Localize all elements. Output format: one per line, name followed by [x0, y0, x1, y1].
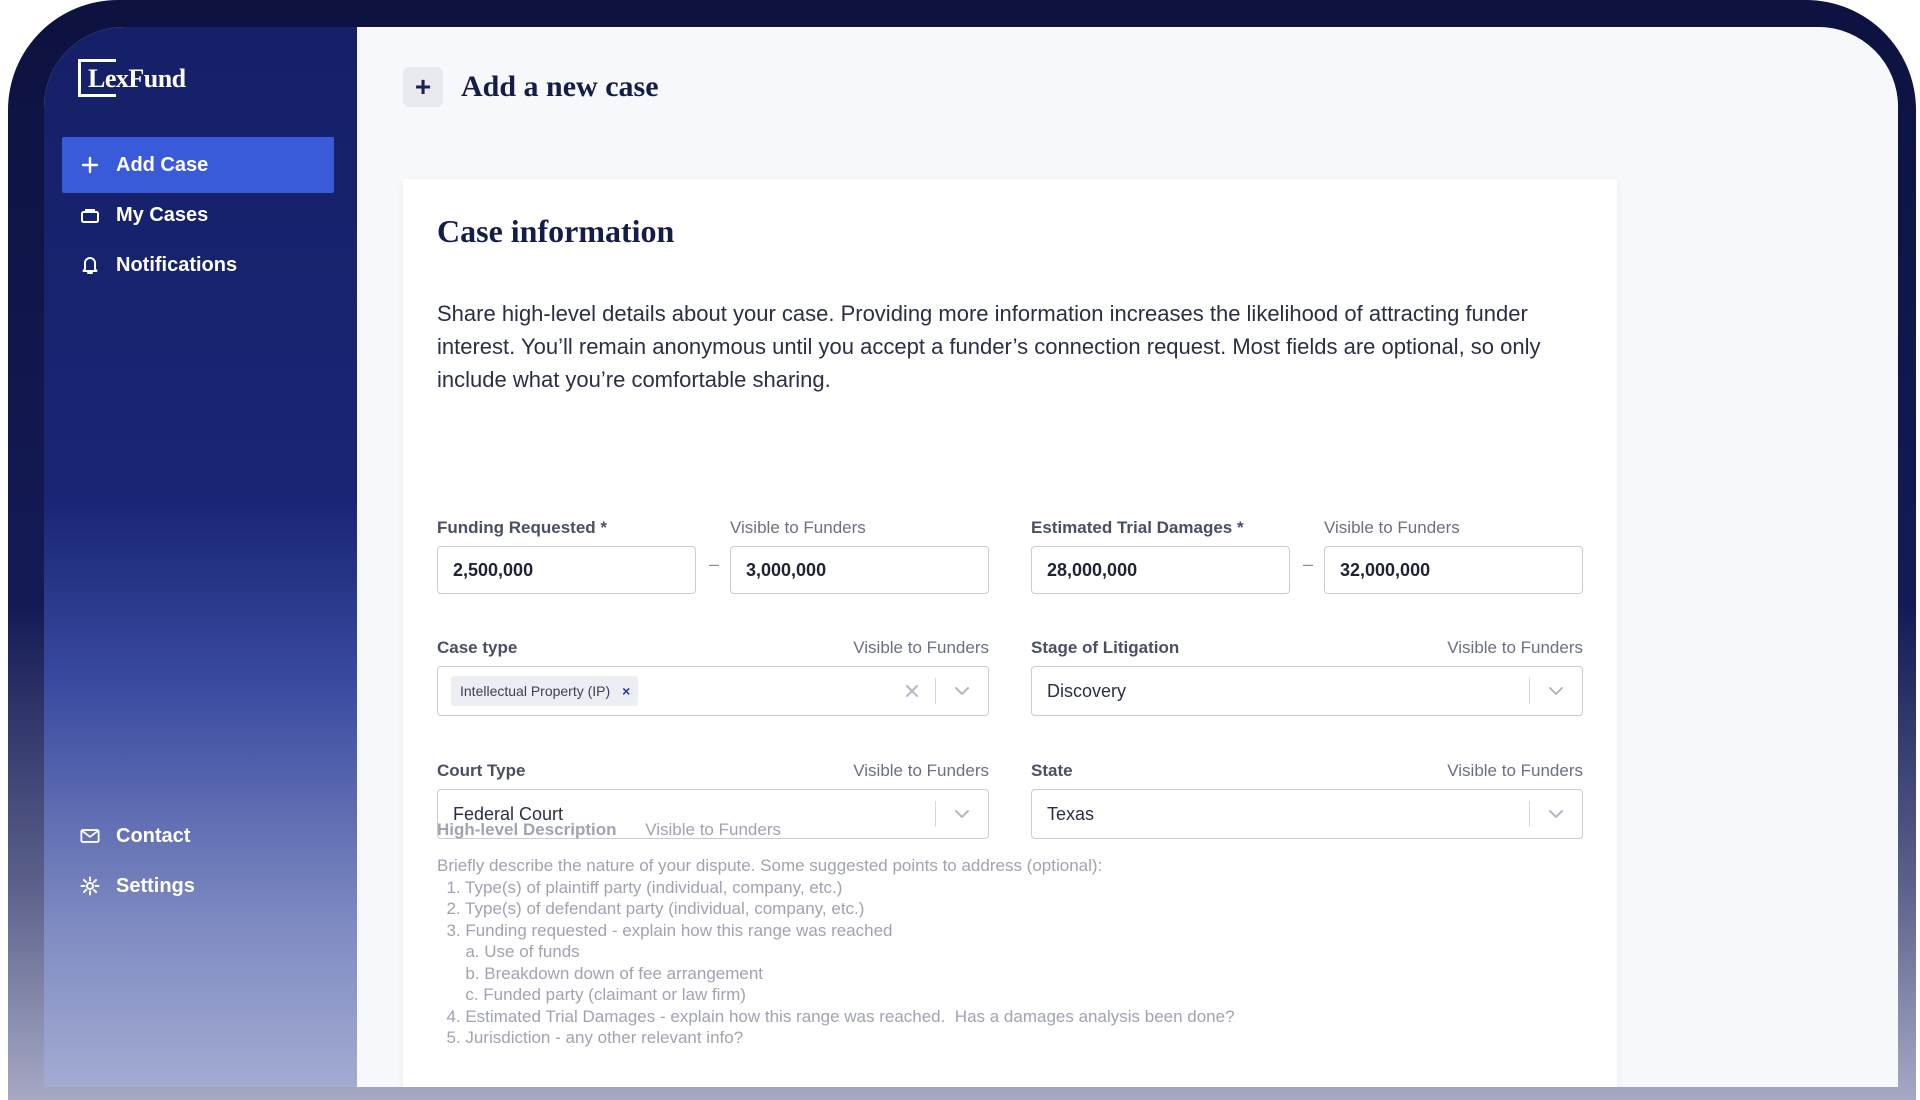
logo[interactable]: LexFund [78, 59, 186, 99]
app-screen: LexFund Add Case My Cases Notifications [44, 27, 1898, 1087]
nav-label: Notifications [116, 253, 238, 276]
state-value: Texas [1047, 803, 1095, 824]
placeholder-line: Briefly describe the nature of your disp… [437, 856, 1103, 875]
placeholder-line: b. Breakdown down of fee arrangement [437, 963, 764, 983]
placeholder-line: 1. Type(s) of plaintiff party (individua… [437, 877, 843, 897]
case-information-card: Case information Share high-level detail… [403, 179, 1617, 1087]
stage-label: Stage of Litigation [1031, 638, 1180, 657]
state-visible-label: Visible to Funders [1447, 761, 1583, 780]
placeholder-line: 5. Jurisdiction - any other relevant inf… [437, 1028, 744, 1047]
state-label: State [1031, 761, 1073, 780]
stage-select[interactable]: Discovery [1031, 666, 1583, 716]
clear-selection-icon[interactable] [899, 684, 925, 698]
card-title: Case information [437, 213, 675, 249]
stage-visible-label: Visible to Funders [1447, 638, 1583, 657]
placeholder-line: 2. Type(s) of defendant party (individua… [437, 899, 865, 918]
damages-min-input[interactable]: 28,000,000 [1031, 546, 1290, 594]
nav-my-cases[interactable]: My Cases [62, 187, 334, 243]
nav-settings[interactable]: Settings [62, 858, 334, 914]
range-dash: – [709, 554, 720, 574]
case-type-visible-label: Visible to Funders [853, 638, 989, 657]
mail-icon [80, 826, 100, 846]
description-textarea[interactable]: Briefly describe the nature of your disp… [437, 855, 1587, 1049]
card-description: Share high-level details about your case… [437, 301, 1541, 392]
bell-icon [80, 255, 100, 275]
damages-max-input[interactable]: 32,000,000 [1324, 546, 1583, 594]
nav-notifications[interactable]: Notifications [62, 237, 334, 293]
funding-max-input[interactable]: 3,000,000 [730, 546, 989, 594]
description-header: High-level Description Visible to Funder… [437, 820, 781, 840]
case-type-label: Case type [437, 638, 518, 657]
funding-min-input[interactable]: 2,500,000 [437, 546, 696, 594]
damages-visible-label: Visible to Funders [1324, 518, 1460, 537]
chevron-down-icon[interactable] [936, 809, 988, 819]
placeholder-line: a. Use of funds [437, 942, 580, 961]
page-title: Add a new case [461, 70, 659, 103]
nav-label: Settings [116, 874, 195, 897]
device-frame: LexFund Add Case My Cases Notifications [8, 0, 1916, 1100]
plus-icon [80, 155, 100, 175]
description-label: High-level Description [437, 820, 617, 839]
gear-icon [80, 876, 100, 896]
nav-label: Contact [116, 824, 191, 847]
stage-value: Discovery [1047, 680, 1127, 701]
page-header: + Add a new case [403, 67, 659, 107]
funding-visible-label: Visible to Funders [730, 518, 866, 537]
main-content: + Add a new case Case information Share … [357, 27, 1898, 1087]
briefcase-icon [80, 205, 100, 225]
placeholder-line: 3. Funding requested - explain how this … [437, 920, 893, 940]
court-type-visible-label: Visible to Funders [853, 761, 989, 780]
placeholder-line: 4. Estimated Trial Damages - explain how… [437, 1006, 1235, 1026]
damages-label: Estimated Trial Damages * [1031, 518, 1244, 537]
nav-contact[interactable]: Contact [62, 808, 334, 864]
court-type-label: Court Type [437, 761, 526, 780]
chip-remove-icon[interactable]: × [622, 683, 630, 699]
sidebar: LexFund Add Case My Cases Notifications [44, 27, 357, 1087]
logo-bracket-icon [78, 59, 116, 97]
case-type-chip: Intellectual Property (IP) × [451, 676, 639, 706]
funding-label: Funding Requested * [437, 518, 607, 537]
description-visible-label: Visible to Funders [645, 820, 781, 839]
state-select[interactable]: Texas [1031, 789, 1583, 839]
chevron-down-icon[interactable] [936, 686, 988, 696]
range-dash: – [1303, 554, 1314, 574]
chevron-down-icon[interactable] [1530, 686, 1582, 696]
case-type-select[interactable]: Intellectual Property (IP) × [437, 666, 989, 716]
add-case-plus-button[interactable]: + [403, 67, 443, 107]
nav-label: My Cases [116, 203, 209, 226]
chevron-down-icon[interactable] [1530, 809, 1582, 819]
nav-add-case[interactable]: Add Case [62, 137, 334, 193]
placeholder-line: c. Funded party (claimant or law firm) [437, 985, 746, 1004]
nav-label: Add Case [116, 153, 209, 176]
chip-label: Intellectual Property (IP) [460, 683, 611, 699]
